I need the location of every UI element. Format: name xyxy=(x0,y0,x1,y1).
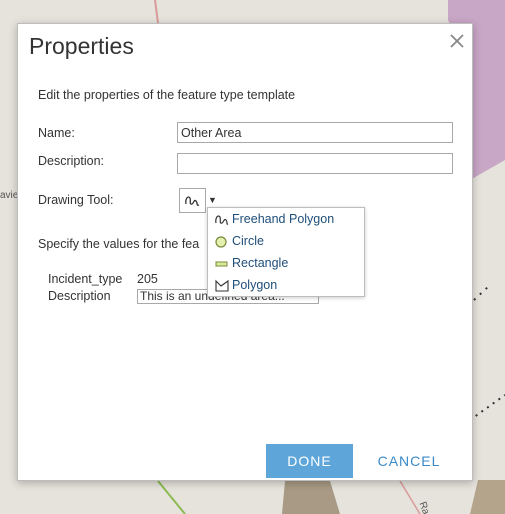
close-icon[interactable] xyxy=(449,33,465,49)
rectangle-icon xyxy=(215,261,228,267)
map-area-brown-2 xyxy=(282,481,340,514)
drawing-tool-button[interactable] xyxy=(179,188,206,213)
menu-item-freehand-polygon[interactable]: Freehand Polygon xyxy=(208,208,364,230)
polygon-icon xyxy=(215,279,229,292)
specify-values-text: Specify the values for the fea xyxy=(38,237,200,251)
attribute-label-incident-type: Incident_type xyxy=(48,272,123,286)
chevron-down-icon[interactable]: ▼ xyxy=(208,195,217,205)
menu-item-rectangle[interactable]: Rectangle xyxy=(208,252,364,274)
freehand-polygon-icon xyxy=(185,196,200,206)
name-field[interactable] xyxy=(177,122,453,143)
menu-item-label: Circle xyxy=(232,234,264,248)
menu-item-label: Freehand Polygon xyxy=(232,212,335,226)
circle-icon xyxy=(215,236,227,248)
menu-item-circle[interactable]: Circle xyxy=(208,230,364,252)
menu-item-polygon[interactable]: Polygon xyxy=(208,274,364,296)
map-label-left: avie xyxy=(0,190,19,201)
cancel-button[interactable]: CANCEL xyxy=(368,444,450,478)
done-button[interactable]: DONE xyxy=(266,444,353,478)
properties-dialog: Properties Edit the properties of the fe… xyxy=(17,23,473,481)
attribute-value-incident-type[interactable]: 205 xyxy=(137,272,158,286)
dialog-title: Properties xyxy=(29,33,134,59)
drawing-tool-menu: Freehand Polygon Circle Rectangle Polygo… xyxy=(207,207,365,297)
description-field[interactable] xyxy=(177,153,453,174)
name-label: Name: xyxy=(38,126,75,140)
drawing-tool-label: Drawing Tool: xyxy=(38,193,114,207)
freehand-polygon-icon xyxy=(215,215,229,225)
menu-item-label: Rectangle xyxy=(232,256,289,270)
attribute-label-description: Description xyxy=(48,289,111,303)
description-label: Description: xyxy=(38,154,104,168)
dialog-intro: Edit the properties of the feature type … xyxy=(38,88,296,102)
menu-item-label: Polygon xyxy=(232,278,278,292)
